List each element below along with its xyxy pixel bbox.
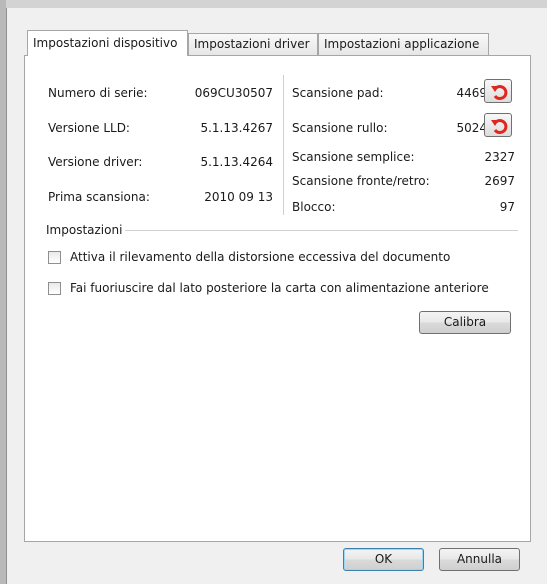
roller-scans-value: 5024 — [456, 121, 487, 135]
lld-version-label: Versione LLD: — [48, 121, 130, 135]
tab-application-settings[interactable]: Impostazioni applicazione — [318, 33, 489, 55]
jam-count-value: 97 — [499, 200, 515, 214]
window-left-border — [0, 0, 7, 584]
duplex-scans-value: 2697 — [484, 174, 515, 188]
roller-scans-label: Scansione rullo: — [292, 121, 388, 135]
jam-count-label: Blocco: — [292, 200, 336, 214]
calibrate-button[interactable]: Calibra — [419, 311, 511, 334]
duplex-scans-label: Scansione fronte/retro: — [292, 174, 430, 188]
driver-version-value: 5.1.13.4264 — [200, 155, 273, 169]
skew-detection-checkbox[interactable] — [48, 251, 61, 264]
column-separator — [283, 75, 284, 215]
rear-eject-checkbox[interactable] — [48, 282, 61, 295]
simplex-scans-label: Scansione semplice: — [292, 150, 415, 164]
ok-button[interactable]: OK — [343, 548, 424, 571]
reset-arrow-icon — [491, 85, 508, 101]
settings-group-line — [125, 230, 518, 231]
serial-number-label: Numero di serie: — [48, 86, 148, 100]
cancel-button[interactable]: Annulla — [439, 548, 520, 571]
first-scan-label: Prima scansiona: — [48, 190, 150, 204]
serial-number-value: 069CU30507 — [194, 86, 273, 100]
lld-version-value: 5.1.13.4267 — [200, 121, 273, 135]
pad-scans-label: Scansione pad: — [292, 86, 384, 100]
tab-driver-settings[interactable]: Impostazioni driver — [188, 33, 318, 55]
tab-device-settings[interactable]: Impostazioni dispositivo — [27, 30, 188, 56]
first-scan-value: 2010 09 13 — [204, 190, 273, 204]
pad-scans-value: 4469 — [456, 86, 487, 100]
driver-version-label: Versione driver: — [48, 155, 143, 169]
dialog-window: Impostazioni dispositivo Impostazioni dr… — [0, 0, 547, 584]
reset-arrow-icon — [491, 119, 508, 135]
settings-group-label: Impostazioni — [46, 223, 123, 237]
rear-eject-label[interactable]: Fai fuoriuscire dal lato posteriore la c… — [70, 281, 489, 295]
reset-roller-counter-button[interactable] — [484, 113, 512, 137]
skew-detection-label[interactable]: Attiva il rilevamento della distorsione … — [70, 250, 450, 264]
window-top-border — [6, 0, 547, 8]
reset-pad-counter-button[interactable] — [484, 79, 512, 103]
simplex-scans-value: 2327 — [484, 150, 515, 164]
